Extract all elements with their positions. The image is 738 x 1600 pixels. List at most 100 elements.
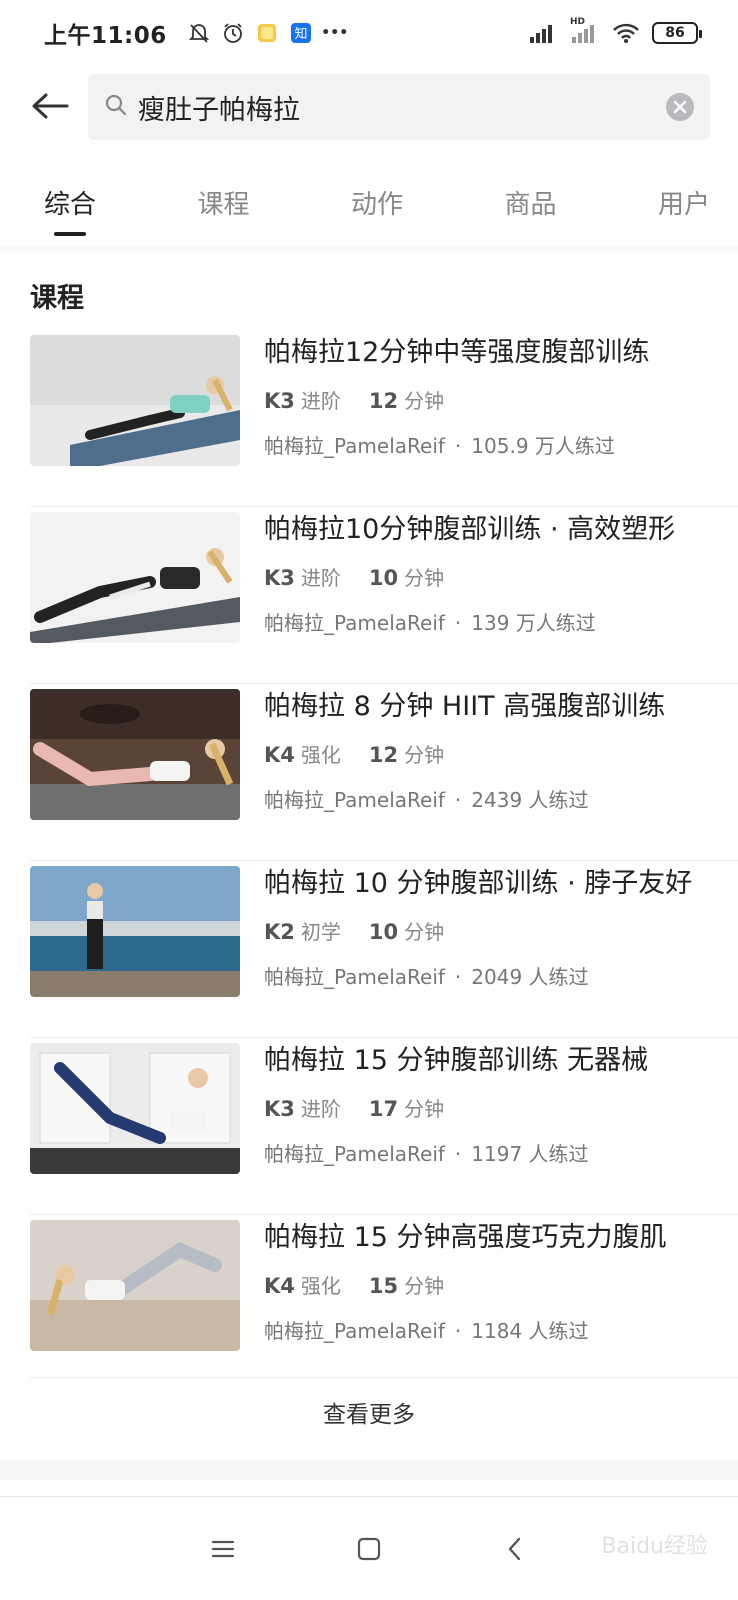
course-card[interactable]: 帕梅拉 15 分钟腹部训练 无器械 K3 进阶 17 分钟 帕梅拉_Pamela…: [0, 1037, 738, 1220]
tab-products[interactable]: 商品: [504, 170, 556, 242]
signal-icon: [528, 21, 558, 45]
course-duration: 10: [368, 920, 399, 944]
course-trained-count: 1197 人练过: [471, 1142, 589, 1166]
menu-button[interactable]: [203, 1529, 243, 1569]
course-level-label: 进阶: [300, 389, 341, 413]
course-title: 帕梅拉 15 分钟高强度巧克力腹肌: [264, 1222, 667, 1253]
view-more-button[interactable]: 查看更多: [0, 1380, 738, 1444]
course-card[interactable]: 帕梅拉 8 分钟 HIIT 高强腹部训练 K4 强化 12 分钟 帕梅拉_Pam…: [0, 683, 738, 866]
alarm-icon: [221, 21, 245, 45]
course-level-label: 初学: [300, 920, 341, 944]
watermark: Baidu经验: [601, 1534, 708, 1559]
home-button[interactable]: [349, 1529, 389, 1569]
course-duration: 15: [368, 1274, 399, 1298]
course-title: 帕梅拉10分钟腹部训练 · 高效塑形: [264, 514, 676, 545]
course-duration-unit: 分钟: [404, 566, 445, 590]
tab-exercises[interactable]: 动作: [351, 170, 403, 242]
course-duration-unit: 分钟: [404, 389, 445, 413]
back-arrow-icon: [32, 93, 69, 119]
more-dots-icon: •••: [321, 25, 349, 41]
course-duration: 17: [368, 1097, 399, 1121]
course-level-label: 进阶: [300, 566, 341, 590]
course-thumbnail: [30, 689, 240, 820]
course-thumbnail: [30, 866, 240, 997]
course-level: K3: [264, 566, 295, 590]
byline-separator: ·: [454, 434, 462, 458]
course-trained-count: 2049 人练过: [471, 965, 589, 989]
course-thumbnail: [30, 512, 240, 643]
status-time: 上午11:06: [44, 23, 167, 49]
course-card[interactable]: 帕梅拉 10 分钟腹部训练 · 脖子友好 K2 初学 10 分钟 帕梅拉_Pam…: [0, 860, 738, 1043]
course-trained-count: 139 万人练过: [471, 611, 596, 635]
course-thumbnail: [30, 1043, 240, 1174]
chevron-left-icon: [508, 1537, 521, 1560]
tabs-divider: [0, 246, 738, 260]
status-bar: 上午11:06 知 ••• HD 86: [0, 0, 738, 66]
course-card[interactable]: 帕梅拉12分钟中等强度腹部训练 K3 进阶 12 分钟 帕梅拉_PamelaRe…: [0, 335, 738, 512]
course-duration-unit: 分钟: [404, 920, 445, 944]
course-title: 帕梅拉 10 分钟腹部训练 · 脖子友好: [264, 868, 693, 899]
search-header: 瘦肚子帕梅拉: [0, 72, 738, 140]
section-gap: [0, 1460, 738, 1480]
menu-icon: [211, 1540, 235, 1557]
course-thumbnail: [30, 1220, 240, 1351]
course-level: K3: [264, 1097, 295, 1121]
tab-courses[interactable]: 课程: [197, 170, 249, 242]
hd-signal-icon: HD: [570, 17, 600, 45]
search-input[interactable]: 瘦肚子帕梅拉: [88, 74, 710, 140]
course-thumbnail: [30, 335, 240, 466]
course-duration-unit: 分钟: [404, 1097, 445, 1121]
section-title: 课程: [30, 283, 84, 314]
list-divider: [30, 1377, 738, 1378]
battery-indicator: 86: [652, 22, 702, 44]
course-duration-unit: 分钟: [404, 743, 445, 767]
mute-bell-icon: [187, 21, 211, 45]
system-back-button[interactable]: [495, 1529, 535, 1569]
home-square-icon: [357, 1537, 381, 1560]
clear-search-button[interactable]: [666, 93, 694, 121]
course-level: K2: [264, 920, 295, 944]
course-title: 帕梅拉 15 分钟腹部训练 无器械: [264, 1045, 649, 1076]
course-card[interactable]: 帕梅拉 15 分钟高强度巧克力腹肌 K4 强化 15 分钟 帕梅拉_Pamela…: [0, 1214, 738, 1397]
svg-text:知: 知: [294, 26, 307, 42]
search-icon: [104, 93, 128, 121]
course-level: K3: [264, 389, 295, 413]
hd-label: HD: [570, 17, 586, 27]
course-title: 帕梅拉 8 分钟 HIIT 高强腹部训练: [264, 691, 666, 722]
course-duration: 10: [368, 566, 399, 590]
course-level: K4: [264, 743, 295, 767]
byline-separator: ·: [454, 611, 462, 635]
course-duration: 12: [368, 389, 399, 413]
course-author: 帕梅拉_PamelaReif: [264, 965, 445, 989]
course-duration-unit: 分钟: [404, 1274, 445, 1298]
byline-separator: ·: [454, 965, 462, 989]
course-author: 帕梅拉_PamelaReif: [264, 434, 445, 458]
search-query: 瘦肚子帕梅拉: [138, 94, 300, 126]
course-level-label: 进阶: [300, 1097, 341, 1121]
course-title: 帕梅拉12分钟中等强度腹部训练: [264, 337, 650, 368]
byline-separator: ·: [454, 1142, 462, 1166]
course-author: 帕梅拉_PamelaReif: [264, 1319, 445, 1343]
tab-comprehensive[interactable]: 综合: [44, 170, 96, 242]
course-author: 帕梅拉_PamelaReif: [264, 788, 445, 812]
byline-separator: ·: [454, 788, 462, 812]
wifi-icon: [612, 21, 640, 45]
course-trained-count: 2439 人练过: [471, 788, 589, 812]
byline-separator: ·: [454, 1319, 462, 1343]
course-trained-count: 1184 人练过: [471, 1319, 589, 1343]
close-icon: [673, 100, 687, 114]
course-duration: 12: [368, 743, 399, 767]
course-card[interactable]: 帕梅拉10分钟腹部训练 · 高效塑形 K3 进阶 10 分钟 帕梅拉_Pamel…: [0, 506, 738, 689]
course-level-label: 强化: [300, 743, 341, 767]
course-level-label: 强化: [300, 1274, 341, 1298]
course-list: 帕梅拉12分钟中等强度腹部训练 K3 进阶 12 分钟 帕梅拉_PamelaRe…: [0, 335, 738, 1397]
tab-users[interactable]: 用户: [658, 170, 710, 242]
course-trained-count: 105.9 万人练过: [471, 434, 615, 458]
search-tabs: 综合 课程 动作 商品 用户: [0, 170, 738, 246]
course-author: 帕梅拉_PamelaReif: [264, 611, 445, 635]
course-author: 帕梅拉_PamelaReif: [264, 1142, 445, 1166]
course-level: K4: [264, 1274, 295, 1298]
back-button[interactable]: [20, 76, 80, 136]
notes-app-icon: [255, 21, 279, 45]
zhihu-app-icon: 知: [289, 21, 313, 45]
